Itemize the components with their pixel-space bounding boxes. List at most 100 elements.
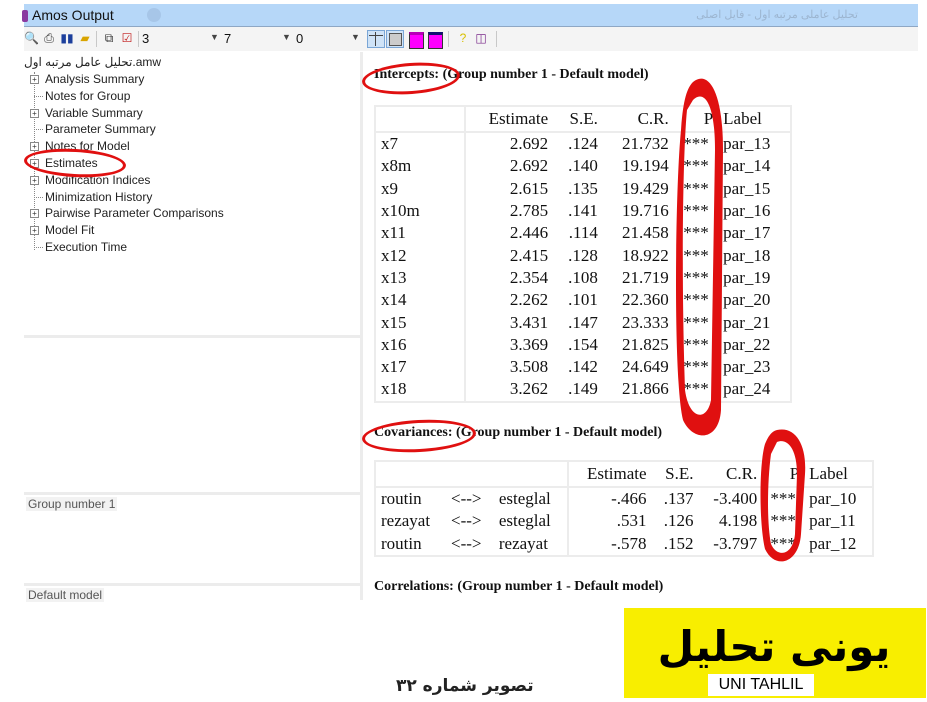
table-row: x11 2.446 .114 21.458 *** par_17	[375, 222, 791, 245]
var1-cell: routin	[381, 489, 422, 509]
estimate-cell: 2.446	[509, 223, 549, 243]
cr-cell: 21.732	[622, 134, 669, 154]
magenta-header-button[interactable]	[409, 32, 424, 49]
grid-lines-button[interactable]	[367, 30, 385, 48]
output-content: Intercepts: (Group number 1 - Default mo…	[361, 52, 927, 600]
tree-item-analysis-summary[interactable]: + Analysis Summary	[20, 71, 340, 88]
expand-icon[interactable]: +	[30, 158, 39, 168]
expand-icon[interactable]: +	[30, 209, 39, 219]
table-row: x16 3.369 .154 21.825 *** par_22	[375, 333, 791, 356]
amos-app-icon	[22, 10, 28, 22]
estimate-cell: 2.262	[509, 290, 549, 310]
tree-item-model-fit[interactable]: + Model Fit	[20, 222, 340, 239]
se-cell: .126	[663, 511, 694, 531]
tree-root-file[interactable]: تحلیل عامل مرتبه اول.amw	[24, 55, 161, 69]
cr-cell: 24.649	[622, 357, 669, 377]
print-preview-icon[interactable]: 🔍	[24, 31, 39, 45]
options-check-icon[interactable]: ☑	[120, 31, 134, 45]
tree-item-notes-for-group[interactable]: Notes for Group	[20, 88, 340, 105]
navy-header-button[interactable]	[428, 32, 443, 49]
header-label: Label	[718, 106, 791, 133]
logo-text-english: UNI TAHLIL	[708, 674, 814, 696]
expand-icon[interactable]: +	[30, 142, 39, 152]
decimals-dropdown-arrow[interactable]: ▼	[210, 32, 219, 42]
label-cell: par_22	[723, 334, 771, 354]
var1-cell: routin	[381, 533, 422, 553]
table-font-select[interactable]: 0	[296, 31, 303, 46]
tree-item-pairwise-parameter-comparisons[interactable]: + Pairwise Parameter Comparisons	[20, 205, 340, 222]
table-font-dropdown-arrow[interactable]: ▼	[351, 32, 360, 42]
var1-cell: rezayat	[381, 511, 431, 531]
tree-item-estimates[interactable]: + Estimates	[20, 155, 340, 172]
print-icon[interactable]: ⎙	[42, 31, 56, 45]
tree-connector	[34, 196, 43, 198]
label-cell: par_13	[723, 134, 771, 154]
title-bar: Amos Output تحلیل عاملی مرتبه اول - فایل…	[22, 4, 918, 27]
header-estimate: Estimate	[465, 106, 554, 133]
var2-cell: rezayat	[493, 532, 570, 556]
tab-close-icon[interactable]	[147, 8, 161, 22]
intercepts-title: Intercepts: (Group number 1 - Default mo…	[374, 67, 649, 82]
cr-cell: 21.719	[622, 267, 669, 287]
se-cell: .108	[568, 267, 598, 287]
cr-cell: 22.360	[622, 290, 669, 310]
table-row: x15 3.431 .147 23.333 *** par_21	[375, 311, 791, 334]
tree-item-parameter-summary[interactable]: Parameter Summary	[20, 121, 340, 138]
estimate-cell: 3.431	[509, 312, 549, 332]
label-cell: par_21	[723, 312, 771, 332]
cr-cell: 19.429	[622, 178, 669, 198]
tree-item-notes-for-model[interactable]: + Notes for Model	[20, 138, 340, 155]
table-row: rezayat <--> esteglal .531 .126 4.198 *** par_1…	[375, 510, 873, 533]
expand-icon[interactable]: +	[30, 226, 39, 236]
toolbar-separator	[138, 31, 139, 47]
model-list-item[interactable]: Default model	[26, 588, 105, 602]
copy-icon[interactable]: ⧉	[102, 31, 116, 45]
cr-cell: -3.400	[713, 489, 758, 509]
decimals-select[interactable]: 3	[142, 31, 149, 46]
table-row: x8m 2.692 .140 19.194 *** par_14	[375, 155, 791, 178]
se-cell: .142	[568, 357, 598, 377]
label-cell: par_14	[723, 156, 771, 176]
table-row: x17 3.508 .142 24.649 *** par_23	[375, 355, 791, 379]
open-folder-icon[interactable]: ▰	[78, 31, 92, 45]
book-help-icon[interactable]: ◫	[474, 31, 488, 45]
tree-item-modification-indices[interactable]: + Modification Indices	[20, 172, 340, 189]
table-row: x18 3.262 .149 21.866 *** par_24	[375, 378, 791, 402]
cr-cell: 21.866	[622, 379, 669, 399]
label-cell: par_17	[723, 223, 771, 243]
column-spacing-dropdown-arrow[interactable]: ▼	[282, 32, 291, 42]
p-cell: ***	[683, 223, 709, 243]
covariances-table: Estimate S.E. C.R. P Label routin <--> est…	[374, 460, 874, 557]
tree-item-variable-summary[interactable]: + Variable Summary	[20, 105, 340, 122]
plain-table-button[interactable]	[386, 30, 404, 48]
tree-item-minimization-history[interactable]: Minimization History	[20, 189, 340, 206]
variable-cell: x14	[375, 289, 466, 312]
book-icon[interactable]: ▮▮	[60, 31, 74, 45]
cr-cell: 23.333	[622, 312, 669, 332]
window-subtitle: تحلیل عاملی مرتبه اول - فایل اصلی	[696, 9, 858, 21]
help-icon[interactable]: ?	[456, 31, 470, 45]
group-list-item[interactable]: Group number 1	[26, 497, 118, 511]
output-tree: تحلیل عامل مرتبه اول.amw + Analysis Summa…	[20, 54, 340, 256]
header-se: S.E.	[553, 106, 603, 133]
column-spacing-select[interactable]: 7	[224, 31, 231, 46]
var2-cell: esteglal	[493, 487, 570, 511]
covariances-title: Covariances: (Group number 1 - Default m…	[374, 425, 663, 440]
se-cell: .152	[663, 533, 694, 553]
figure-caption: تصویر شماره ۳۲	[396, 676, 534, 696]
label-cell: par_12	[809, 533, 857, 553]
estimate-cell: 2.354	[509, 267, 549, 287]
p-cell: ***	[683, 245, 709, 265]
expand-icon[interactable]: +	[30, 108, 39, 118]
table-row: x7 2.692 .124 21.732 *** par_13	[375, 132, 791, 156]
p-cell: ***	[683, 379, 709, 399]
tree-connector	[34, 129, 43, 131]
table-row: x10m 2.785 .141 19.716 *** par_16	[375, 199, 791, 223]
se-cell: .147	[568, 312, 598, 332]
variable-cell: x11	[375, 222, 466, 245]
expand-icon[interactable]: +	[30, 75, 39, 84]
estimate-cell: 3.508	[509, 357, 549, 377]
expand-icon[interactable]: +	[30, 175, 39, 185]
tree-item-execution-time[interactable]: Execution Time	[20, 239, 340, 256]
header-cr: C.R.	[602, 106, 674, 133]
